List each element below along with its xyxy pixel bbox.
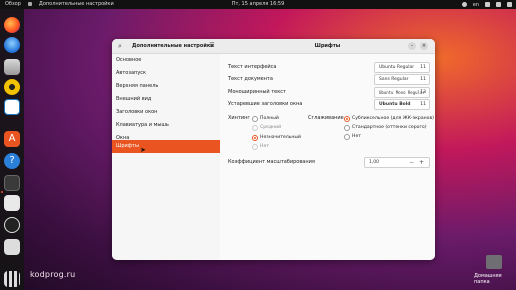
hinting-label: Хинтинг: [228, 115, 251, 121]
firefox-icon[interactable]: [4, 17, 20, 33]
hinting-slight-radio[interactable]: Незначительный: [252, 134, 301, 141]
sidebar-item-fonts[interactable]: Шрифты: [112, 140, 220, 153]
font-size: 13: [420, 90, 426, 95]
home-folder-icon[interactable]: [486, 255, 502, 269]
font-size: 11: [420, 102, 426, 107]
sidebar-item-general[interactable]: Основное: [112, 54, 220, 67]
scaling-spinbox[interactable]: 1,00 − +: [364, 157, 430, 168]
sidebar-item-startup[interactable]: Автозапуск: [112, 67, 220, 80]
scaling-value: 1,00: [369, 160, 380, 165]
libreoffice-writer-icon[interactable]: [4, 99, 20, 115]
font-row-label: Текст документа: [228, 76, 273, 82]
font-row-legacy-titles: Устаревшие заголовки окна Ubuntu Bold 11: [228, 99, 430, 110]
radio-dot: [252, 135, 258, 141]
terminal-icon[interactable]: [4, 175, 20, 191]
radio-label: Средний: [260, 125, 282, 130]
tweaks-window: ⌕ Дополнительные настройки ☰ Основное Ав…: [112, 39, 435, 260]
search-icon[interactable]: ⌕: [116, 42, 124, 50]
font-row-document: Текст документа Sans Regular 11: [228, 74, 430, 85]
font-row-interface: Текст интерфейса Ubuntu Regular 11: [228, 62, 430, 73]
document-font-button[interactable]: Sans Regular 11: [374, 74, 430, 85]
font-name: Ubuntu Mono Regular: [379, 90, 425, 95]
font-name: Ubuntu Bold: [379, 102, 411, 107]
sidebar: ⌕ Дополнительные настройки ☰ Основное Ав…: [112, 39, 221, 260]
interface-font-button[interactable]: Ubuntu Regular 11: [374, 62, 430, 73]
radio-label: Нет: [260, 144, 269, 149]
legacy-title-font-button[interactable]: Ubuntu Bold 11: [374, 99, 430, 110]
antialiasing-label: Сглаживание: [308, 115, 344, 121]
network-icon[interactable]: [485, 2, 490, 7]
radio-label: Субпиксельное (для ЖК-экранов): [352, 116, 434, 121]
radio-label: Полный: [260, 116, 279, 121]
scaling-row: Коэффициент масштабирования 1,00 − +: [228, 157, 430, 168]
font-name: Ubuntu Regular: [379, 65, 415, 70]
sidebar-title: Дополнительные настройки: [132, 43, 214, 49]
tweaks-icon[interactable]: [4, 195, 20, 211]
font-size: 11: [420, 77, 426, 82]
font-row-monospace: Моноширинный текст Ubuntu Mono Regular 1…: [228, 87, 430, 98]
content-header: Шрифты – ×: [220, 39, 435, 54]
settings-icon[interactable]: [461, 2, 467, 7]
thunderbird-icon[interactable]: [4, 37, 20, 53]
top-bar: Обзор Дополнительные настройки Пт, 15 ап…: [0, 0, 516, 9]
sidebar-item-top-bar[interactable]: Верхняя панель: [112, 80, 220, 93]
scaling-label: Коэффициент масштабирования: [228, 159, 315, 165]
hamburger-menu-icon[interactable]: ☰: [208, 42, 216, 50]
running-indicator: [1, 191, 3, 193]
radio-dot: [252, 116, 258, 122]
hinting-medium-radio[interactable]: Средний: [252, 124, 281, 131]
page-title: Шрифты: [314, 43, 341, 49]
radio-dot: [344, 116, 350, 122]
radio-dot: [252, 125, 258, 131]
close-icon[interactable]: ×: [420, 42, 428, 50]
monospace-font-button[interactable]: Ubuntu Mono Regular 13: [374, 87, 430, 98]
volume-icon[interactable]: [496, 2, 501, 7]
files-icon[interactable]: [4, 59, 20, 75]
language-indicator[interactable]: en: [473, 2, 479, 8]
clock-icon[interactable]: [4, 217, 20, 233]
show-apps-icon[interactable]: [4, 271, 20, 287]
antialiasing-none-radio[interactable]: Нет: [344, 133, 361, 140]
radio-label: Незначительный: [260, 135, 302, 140]
antialiasing-standard-radio[interactable]: Стандартное (оттенки серого): [344, 124, 427, 131]
font-row-label: Текст интерфейса: [228, 64, 277, 70]
hinting-none-radio[interactable]: Нет: [252, 143, 269, 150]
sidebar-item-appearance[interactable]: Внешний вид: [112, 93, 220, 106]
radio-dot: [344, 134, 350, 140]
rhythmbox-icon[interactable]: [4, 79, 20, 95]
minimize-icon[interactable]: –: [408, 42, 416, 50]
help-icon[interactable]: ?: [4, 153, 20, 169]
watermark-text: kodprog.ru: [30, 270, 76, 279]
mouse-cursor-icon: ➤: [140, 146, 146, 154]
decrement-button[interactable]: −: [409, 158, 414, 167]
radio-label: Нет: [352, 134, 361, 139]
clock[interactable]: Пт, 15 апреля 16:59: [232, 1, 285, 7]
fonts-panel: Шрифты – × Текст интерфейса Ubuntu Regul…: [220, 39, 435, 260]
hinting-full-radio[interactable]: Полный: [252, 115, 279, 122]
sidebar-header: ⌕ Дополнительные настройки ☰: [112, 39, 220, 54]
dock: A ?: [0, 9, 24, 290]
font-name: Sans Regular: [379, 77, 409, 82]
power-icon[interactable]: [507, 2, 512, 7]
increment-button[interactable]: +: [419, 158, 424, 167]
radio-label: Стандартное (оттенки серого): [352, 125, 427, 130]
font-row-label: Моноширинный текст: [228, 89, 286, 95]
trash-icon[interactable]: [4, 239, 20, 255]
radio-dot: [252, 144, 258, 150]
font-row-label: Устаревшие заголовки окна: [228, 101, 303, 107]
app-center-icon[interactable]: A: [4, 131, 20, 147]
radio-dot: [344, 125, 350, 131]
antialiasing-subpixel-radio[interactable]: Субпиксельное (для ЖК-экранов): [344, 115, 434, 122]
sidebar-item-window-titles[interactable]: Заголовки окон: [112, 106, 220, 119]
sidebar-item-keyboard-mouse[interactable]: Клавиатура и мышь: [112, 119, 220, 132]
home-folder-label: Домашняя папка: [474, 273, 502, 285]
font-size: 11: [420, 65, 426, 70]
